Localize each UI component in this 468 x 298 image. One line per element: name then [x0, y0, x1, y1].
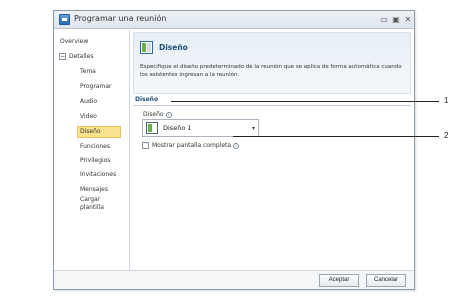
title-bar: Programar una reunión ▭ ▣ ✕ [54, 11, 414, 29]
nav-item-video[interactable]: Video [54, 110, 130, 123]
nav-item-invitations[interactable]: Invitaciones [54, 168, 130, 181]
nav-item-schedule[interactable]: Programar [54, 80, 130, 93]
page-description: Especifique el diseño predeterminado de … [140, 64, 402, 78]
nav-item-label: Funciones [80, 143, 110, 150]
layout-label-text: Diseño [143, 111, 164, 118]
window-title: Programar una reunión [74, 14, 167, 23]
nav-item-details[interactable]: − Detalles [54, 50, 130, 63]
nav-item-audio[interactable]: Audio [54, 95, 130, 108]
nav-item-label: Tema [80, 68, 96, 75]
nav-item-privileges[interactable]: Privilegios [54, 154, 130, 167]
callout-line-1 [171, 101, 439, 102]
accept-button[interactable]: Aceptar [319, 274, 359, 287]
nav-item-label: Overview [60, 38, 89, 45]
nav-item-label: Detalles [69, 53, 94, 60]
layout-dropdown[interactable]: Diseño 1 ▾ [142, 119, 259, 137]
collapse-icon[interactable]: − [59, 53, 66, 60]
layout-thumbnail-icon [146, 122, 158, 134]
nav-item-features[interactable]: Funciones [54, 140, 130, 153]
page-header: Diseño Especifique el diseño predetermin… [133, 32, 411, 94]
close-icon[interactable]: ✕ [403, 15, 413, 25]
info-icon[interactable]: i [165, 111, 172, 118]
fullscreen-checkbox[interactable] [142, 142, 149, 149]
nav-item-label: Mensajes [80, 186, 108, 193]
nav-item-overview[interactable]: Overview [54, 35, 130, 48]
nav-item-layout[interactable]: Diseño [54, 125, 130, 138]
maximize-icon[interactable]: ▣ [391, 15, 401, 25]
minimize-icon[interactable]: ▭ [379, 15, 389, 25]
dialog-footer: Aceptar Cancelar [54, 270, 414, 289]
layout-icon [140, 41, 153, 54]
fullscreen-option: Mostrar pantalla completa i [142, 141, 240, 151]
content-panel: Diseño Especifique el diseño predetermin… [131, 30, 414, 270]
app-icon [59, 14, 70, 25]
callout-number-2: 2 [444, 131, 449, 140]
nav-item-label: Cargar plantilla [80, 196, 104, 211]
layout-dropdown-value: Diseño 1 [163, 124, 192, 132]
layout-field-label: Diseño i [143, 111, 172, 118]
schedule-meeting-dialog: Programar una reunión ▭ ▣ ✕ Overview − D… [53, 10, 415, 290]
nav-item-label: Programar [80, 83, 112, 90]
callout-number-1: 1 [444, 96, 449, 105]
nav-item-label: Audio [80, 98, 98, 105]
nav-item-label: Invitaciones [80, 171, 117, 178]
nav-item-label: Video [80, 113, 97, 120]
nav-tree: Overview − Detalles Tema Programar Audio… [54, 30, 130, 270]
nav-item-label: Diseño [77, 126, 121, 138]
callout-line-2 [233, 136, 439, 137]
info-icon[interactable]: i [233, 142, 240, 149]
chevron-down-icon[interactable]: ▾ [252, 125, 255, 132]
cancel-button[interactable]: Cancelar [366, 274, 406, 287]
nav-item-topic[interactable]: Tema [54, 65, 130, 78]
nav-item-label: Privilegios [80, 157, 111, 164]
page-title: Diseño [159, 43, 188, 52]
fullscreen-label[interactable]: Mostrar pantalla completa [152, 142, 231, 149]
nav-item-load-template[interactable]: Cargar plantilla [54, 195, 114, 215]
